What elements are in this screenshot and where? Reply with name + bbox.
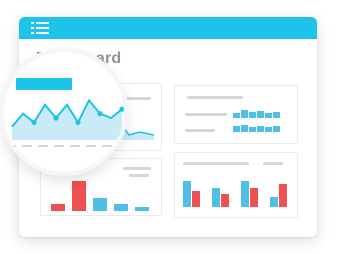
mini-bar xyxy=(249,127,256,132)
top-bar xyxy=(19,17,317,39)
bar xyxy=(72,181,86,211)
card-line-2 xyxy=(185,129,215,132)
bar xyxy=(51,203,65,211)
mini-bar xyxy=(257,111,264,118)
bar xyxy=(192,190,200,207)
mini-bar xyxy=(233,113,240,118)
stats-card[interactable] xyxy=(174,85,298,144)
bar xyxy=(221,194,229,207)
bar xyxy=(270,197,278,207)
mini-bar xyxy=(273,112,280,118)
mini-bar xyxy=(273,126,280,132)
card-line-1 xyxy=(185,113,227,116)
bar xyxy=(114,203,128,211)
bar xyxy=(135,207,149,211)
bar xyxy=(279,184,287,207)
grouped-chart-bars xyxy=(175,153,297,217)
card-header-line xyxy=(187,96,243,99)
mini-bar xyxy=(257,126,264,132)
mini-bar xyxy=(241,110,248,118)
mini-bar xyxy=(265,113,272,118)
bar xyxy=(241,181,249,207)
mini-bar xyxy=(241,125,248,132)
mini-bar xyxy=(265,127,272,132)
bar xyxy=(250,187,258,207)
mini-bar xyxy=(249,112,256,118)
grouped-chart-card[interactable] xyxy=(174,152,298,218)
magnified-line-chart xyxy=(6,98,124,147)
bar xyxy=(212,187,220,207)
hamburger-menu-icon[interactable] xyxy=(31,22,49,34)
line-chart-point xyxy=(97,111,103,117)
bar xyxy=(183,181,191,207)
line-chart-point xyxy=(53,115,59,121)
line-chart-point xyxy=(31,119,37,125)
line-chart-point xyxy=(75,119,81,125)
bar xyxy=(93,197,107,211)
mini-bar xyxy=(233,126,240,132)
magnifier-lens xyxy=(4,52,124,172)
